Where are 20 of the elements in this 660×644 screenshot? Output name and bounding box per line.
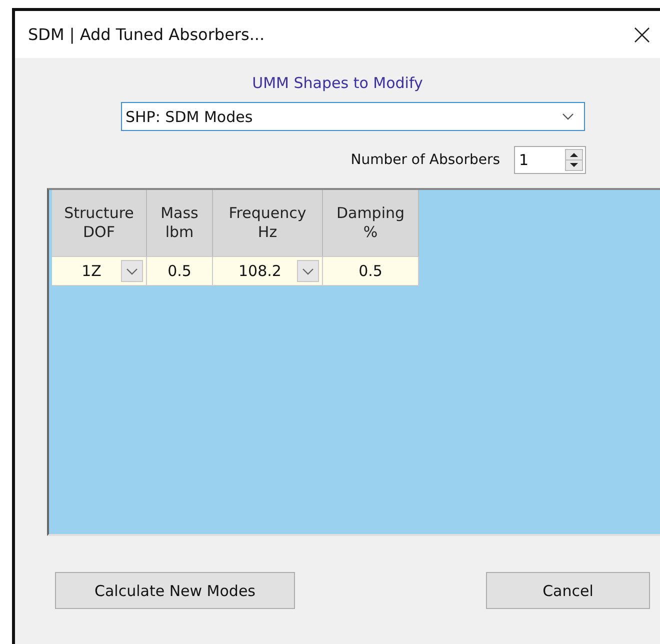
shapes-dropdown[interactable]: SHP: SDM Modes (120, 102, 584, 131)
spin-arrows-icon[interactable] (565, 149, 583, 171)
close-icon[interactable] (634, 26, 650, 42)
chevron-icon (562, 112, 574, 120)
dropdown-button-icon[interactable] (121, 260, 143, 282)
dialog-button[interactable]: Calculate New Modes (55, 572, 295, 609)
table-cell: 0.5 (147, 257, 213, 286)
field-label: Number of Absorbers (350, 152, 500, 168)
dialog-button[interactable]: Cancel (486, 572, 650, 609)
column-header: Damping % (323, 190, 419, 257)
group-label: UMM Shapes to Modify (252, 74, 423, 92)
window-title: SDM | Add Tuned Absorbers... (28, 25, 265, 44)
column-header: Frequency Hz (213, 190, 323, 257)
table-cell: 0.5 (323, 257, 419, 286)
column-header: Mass lbm (147, 190, 213, 257)
number-spinner[interactable]: 1 (514, 146, 586, 174)
dropdown-cell[interactable]: 108.2 (213, 257, 323, 286)
dropdown-button-icon[interactable] (297, 260, 319, 282)
dropdown-cell[interactable]: 1Z (52, 257, 147, 286)
column-header: Structure DOF (52, 190, 147, 257)
